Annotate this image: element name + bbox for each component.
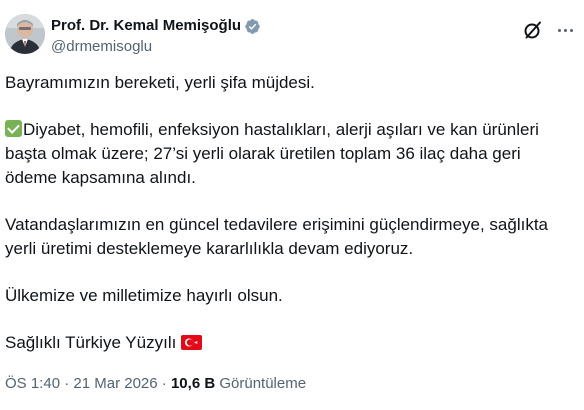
tweet-text: Bayramımızın bereketi, yerli şifa müjdes… <box>5 71 575 355</box>
views-count: 10,6 B <box>170 375 216 392</box>
turkey-flag-emoji-icon <box>181 335 203 350</box>
tweet-paragraph-4: Ülkemize ve milletimize hayırlı olsun. <box>5 284 575 308</box>
tweet-text-line: yerli üretimi desteklemeye kararlılıkla … <box>5 239 414 258</box>
author-handle[interactable]: @drmemisoglu <box>51 37 152 57</box>
tweet-paragraph-3: Vatandaşlarımızın en güncel tedavilere e… <box>5 213 575 261</box>
tweet-time[interactable]: ÖS 1:40 <box>5 375 60 392</box>
tweet-text-line: ödeme kapsamına alındı. <box>5 168 196 187</box>
author-display-name[interactable]: Prof. Dr. Kemal Memişoğlu <box>51 16 241 36</box>
more-horizontal-icon[interactable] <box>553 16 577 44</box>
grok-icon[interactable] <box>519 16 547 44</box>
tweet-text-line: başta olmak üzere; 27’si yerli olarak ür… <box>5 144 521 163</box>
tweet-text-line: Vatandaşlarımızın en güncel tedavilere e… <box>5 215 549 234</box>
tweet-card: Prof. Dr. Kemal Memişoğlu @drmemisoglu B… <box>0 0 584 410</box>
check-mark-emoji-icon <box>5 120 22 137</box>
avatar-portrait <box>5 14 45 54</box>
tweet-paragraph-2: Diyabet, hemofili, enfeksiyon hastalıkla… <box>5 118 575 190</box>
meta-separator: · <box>64 375 70 392</box>
tweet-text-line: Bayramımızın bereketi, yerli şifa müjdes… <box>5 73 315 92</box>
author-name-row: Prof. Dr. Kemal Memişoğlu <box>51 16 261 36</box>
tweet-meta: ÖS 1:40 · 21 Mar 2026 · 10,6 B Görüntüle… <box>5 374 306 394</box>
tweet-text-line: Sağlıklı Türkiye Yüzyılı <box>5 333 177 352</box>
tweet-paragraph-1: Bayramımızın bereketi, yerli şifa müjdes… <box>5 71 575 95</box>
tweet-paragraph-5: Sağlıklı Türkiye Yüzyılı <box>5 331 575 355</box>
tweet-text-line: Ülkemize ve milletimize hayırlı olsun. <box>5 286 283 305</box>
meta-separator: · <box>161 375 167 392</box>
tweet-date[interactable]: 21 Mar 2026 <box>73 375 157 392</box>
verified-badge-icon[interactable] <box>244 18 261 35</box>
views-label: Görüntüleme <box>219 375 307 392</box>
tweet-text-line: Diyabet, hemofili, enfeksiyon hastalıkla… <box>23 120 539 139</box>
avatar[interactable] <box>5 14 45 54</box>
